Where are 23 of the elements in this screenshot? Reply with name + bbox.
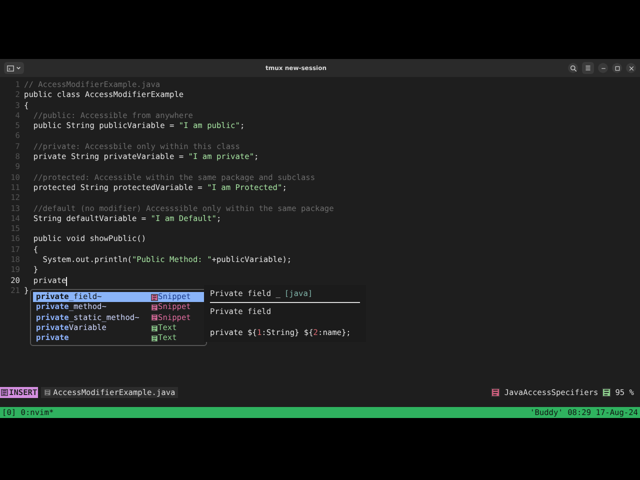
minimize-button[interactable]: [598, 63, 608, 73]
close-button[interactable]: [626, 63, 636, 73]
maximize-icon: [614, 66, 620, 70]
search-icon: [570, 64, 576, 72]
terminal-icon: [7, 64, 14, 72]
tag-icon: [491, 388, 500, 396]
text-cursor: [66, 276, 68, 286]
position-icon: [602, 388, 612, 396]
file-icon: [44, 388, 52, 396]
close-icon: [628, 66, 634, 70]
search-button[interactable]: [568, 63, 578, 73]
menu-button[interactable]: [582, 62, 594, 74]
snippet-icon: [151, 314, 158, 322]
menu-icon: [585, 65, 591, 71]
maximize-button[interactable]: [612, 63, 622, 73]
snippet-icon: [151, 294, 158, 301]
minimize-icon: [600, 66, 606, 70]
text-icon: [151, 334, 158, 342]
caret-icon: [16, 66, 21, 70]
snippet-icon: [151, 304, 158, 311]
text-icon: [151, 324, 158, 332]
new-tab-button[interactable]: [4, 62, 24, 74]
mode-icon: [1, 388, 8, 396]
